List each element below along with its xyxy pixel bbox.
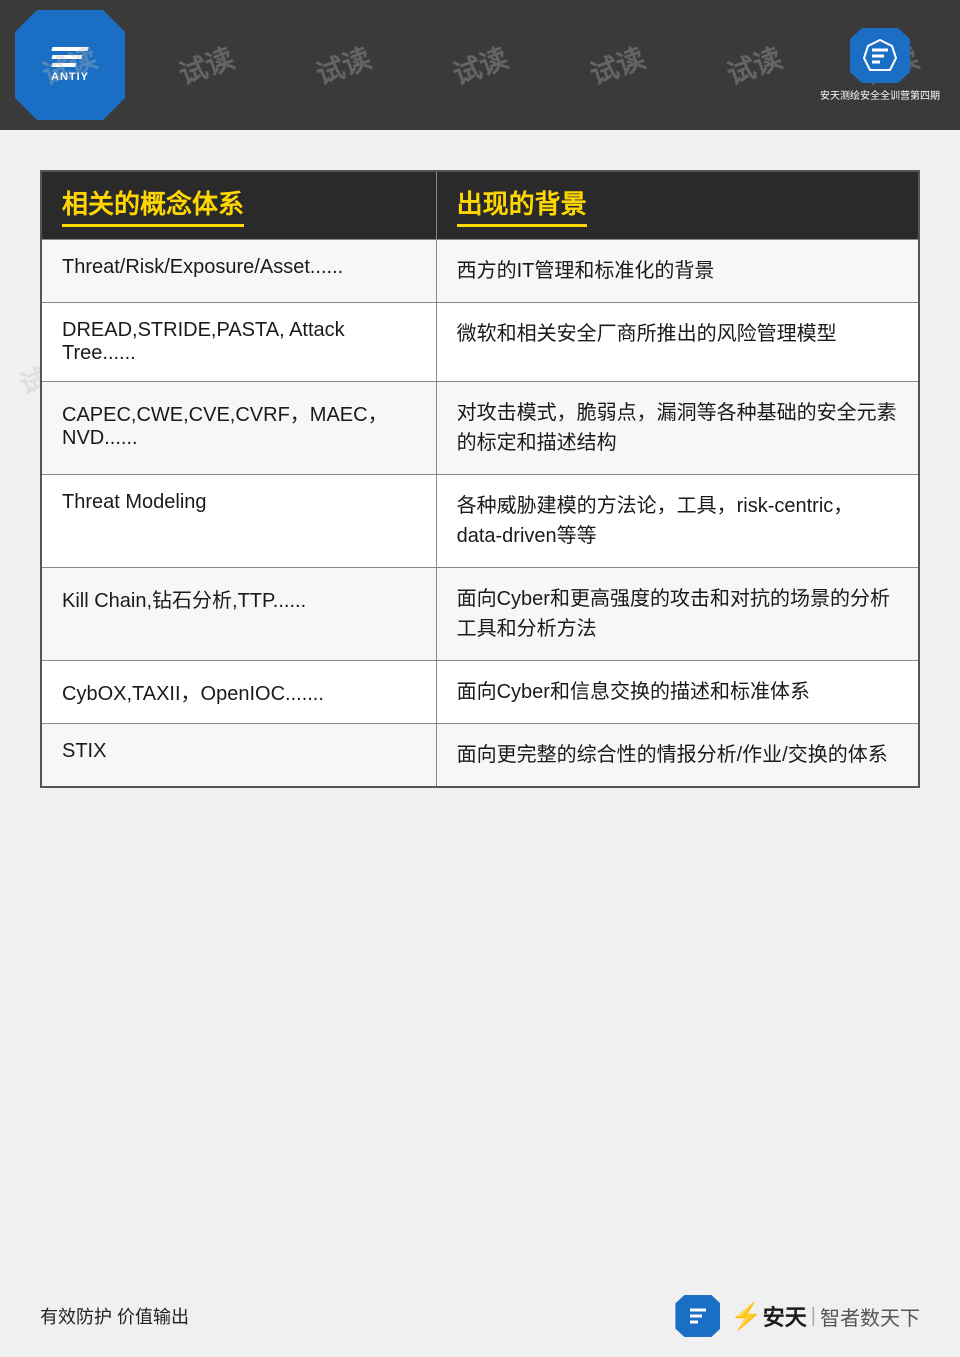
watermark-3: 试读 — [310, 37, 376, 94]
col2-header: 出现的背景 — [457, 184, 587, 227]
row5-left: Kill Chain,钻石分析,TTP...... — [41, 568, 436, 661]
footer-brand-name: ⚡安天 — [730, 1300, 806, 1332]
watermark-4: 试读 — [447, 37, 513, 94]
table-header-row: 相关的概念体系 出现的背景 — [41, 171, 919, 240]
main-table: 相关的概念体系 出现的背景 Threat/Risk/Exposure/Asset… — [40, 170, 920, 788]
row2-left: DREAD,STRIDE,PASTA, Attack Tree...... — [41, 303, 436, 382]
row7-right: 面向更完整的综合性的情报分析/作业/交换的体系 — [436, 724, 919, 788]
header-watermarks: 试读 试读 试读 试读 试读 试读 试读 — [0, 0, 960, 130]
logo-lines — [52, 47, 88, 67]
logo-line-3 — [51, 63, 76, 67]
watermark-5: 试读 — [584, 37, 650, 94]
logo-line-1 — [51, 47, 88, 51]
table-row: CybOX,TAXII，OpenIOC....... 面向Cyber和信息交换的… — [41, 661, 919, 724]
col1-header-cell: 相关的概念体系 — [41, 171, 436, 240]
header: ANTIY 试读 试读 试读 试读 试读 试读 试读 安天测绘安全全训营第四期 — [0, 0, 960, 130]
header-right-icon — [850, 28, 910, 83]
header-right-logo: 安天测绘安全全训营第四期 — [820, 28, 940, 102]
row6-right: 面向Cyber和信息交换的描述和标准体系 — [436, 661, 919, 724]
watermark-2: 试读 — [173, 37, 239, 94]
logo: ANTIY — [15, 10, 125, 120]
table-row: DREAD,STRIDE,PASTA, Attack Tree...... 微软… — [41, 303, 919, 382]
row6-left: CybOX,TAXII，OpenIOC....... — [41, 661, 436, 724]
footer-brand: ⚡安天 | 智者数天下 — [675, 1295, 920, 1337]
table-row: STIX 面向更完整的综合性的情报分析/作业/交换的体系 — [41, 724, 919, 788]
footer-brand-sub: 智者数天下 — [820, 1302, 920, 1331]
logo-line-2 — [51, 55, 82, 59]
logo-text: ANTIY — [51, 71, 89, 83]
footer-logo-icon — [675, 1295, 720, 1337]
row1-right: 西方的IT管理和标准化的背景 — [436, 240, 919, 303]
col2-header-cell: 出现的背景 — [436, 171, 919, 240]
row3-left: CAPEC,CWE,CVE,CVRF，MAEC，NVD...... — [41, 382, 436, 475]
row2-right: 微软和相关安全厂商所推出的风险管理模型 — [436, 303, 919, 382]
row4-right: 各种威胁建模的方法论，工具，risk-centric，data-driven等等 — [436, 475, 919, 568]
row3-right: 对攻击模式，脆弱点，漏洞等各种基础的安全元素的标定和描述结构 — [436, 382, 919, 475]
footer: 有效防护 价值输出 ⚡安天 | 智者数天下 — [0, 1295, 960, 1337]
row1-left: Threat/Risk/Exposure/Asset...... — [41, 240, 436, 303]
row4-left: Threat Modeling — [41, 475, 436, 568]
col1-header: 相关的概念体系 — [62, 184, 244, 227]
table-row: Threat/Risk/Exposure/Asset...... 西方的IT管理… — [41, 240, 919, 303]
table-row: Threat Modeling 各种威胁建模的方法论，工具，risk-centr… — [41, 475, 919, 568]
header-right-text: 安天测绘安全全训营第四期 — [820, 87, 940, 102]
table-row: Kill Chain,钻石分析,TTP...... 面向Cyber和更高强度的攻… — [41, 568, 919, 661]
footer-tagline: 有效防护 价值输出 — [40, 1303, 189, 1329]
table-row: CAPEC,CWE,CVE,CVRF，MAEC，NVD...... 对攻击模式，… — [41, 382, 919, 475]
row5-right: 面向Cyber和更高强度的攻击和对抗的场景的分析工具和分析方法 — [436, 568, 919, 661]
row7-left: STIX — [41, 724, 436, 788]
watermark-6: 试读 — [721, 37, 787, 94]
